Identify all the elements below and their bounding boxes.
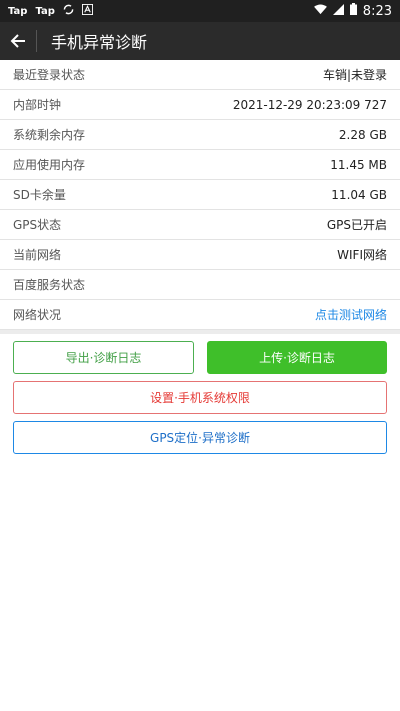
page-title: 手机异常诊断 — [51, 33, 148, 52]
row-label: 应用使用内存 — [13, 158, 86, 172]
row-app-memory-usage: 应用使用内存 11.45 MB — [0, 150, 400, 180]
row-sd-card-free: SD卡余量 11.04 GB — [0, 180, 400, 210]
row-label: 当前网络 — [13, 248, 62, 262]
row-label: SD卡余量 — [13, 188, 66, 202]
row-label: 网络状况 — [13, 308, 62, 322]
back-button[interactable] — [0, 22, 36, 60]
app-bar: 手机异常诊断 — [0, 22, 400, 60]
arrow-left-icon — [10, 34, 25, 48]
row-label: GPS状态 — [13, 218, 62, 232]
signal-icon — [332, 3, 344, 19]
row-baidu-service-status: 百度服务状态 — [0, 270, 400, 300]
row-value: 11.04 GB — [331, 187, 387, 202]
export-log-button[interactable]: 导出·诊断日志 — [13, 341, 194, 374]
sync-icon — [63, 4, 74, 18]
row-value: WIFI网络 — [337, 248, 387, 262]
diagnostic-info-list: 最近登录状态 车销|未登录 内部时钟 2021-12-29 20:23:09 7… — [0, 60, 400, 330]
battery-icon — [349, 3, 357, 19]
gps-diagnosis-button[interactable]: GPS定位·异常诊断 — [13, 421, 387, 454]
status-app-label-2: Tap — [35, 5, 55, 17]
text-icon — [81, 4, 93, 18]
row-internal-clock: 内部时钟 2021-12-29 20:23:09 727 — [0, 90, 400, 120]
upload-log-button[interactable]: 上传·诊断日志 — [207, 341, 387, 374]
status-app-label-1: Tap — [8, 5, 28, 17]
row-system-free-memory: 系统剩余内存 2.28 GB — [0, 120, 400, 150]
wifi-icon — [313, 3, 327, 19]
row-label: 百度服务状态 — [13, 278, 86, 292]
row-label: 系统剩余内存 — [13, 128, 86, 142]
row-value: 车销|未登录 — [322, 68, 387, 82]
row-label: 内部时钟 — [13, 98, 62, 112]
test-network-link[interactable]: 点击测试网络 — [315, 306, 387, 323]
row-network-condition: 网络状况 点击测试网络 — [0, 300, 400, 330]
row-value: 11.45 MB — [330, 157, 387, 172]
row-value: 2.28 GB — [338, 127, 387, 142]
row-value: 2021-12-29 20:23:09 727 — [232, 97, 387, 112]
status-bar: Tap Tap 8:23 — [0, 0, 400, 22]
status-time: 8:23 — [362, 3, 392, 19]
section-divider — [0, 330, 400, 334]
row-label: 最近登录状态 — [13, 68, 86, 82]
row-current-network: 当前网络 WIFI网络 — [0, 240, 400, 270]
row-value: GPS已开启 — [326, 218, 387, 232]
appbar-divider — [36, 30, 37, 52]
system-permissions-button[interactable]: 设置·手机系统权限 — [13, 381, 387, 414]
row-gps-status: GPS状态 GPS已开启 — [0, 210, 400, 240]
row-last-login-status: 最近登录状态 车销|未登录 — [0, 60, 400, 90]
